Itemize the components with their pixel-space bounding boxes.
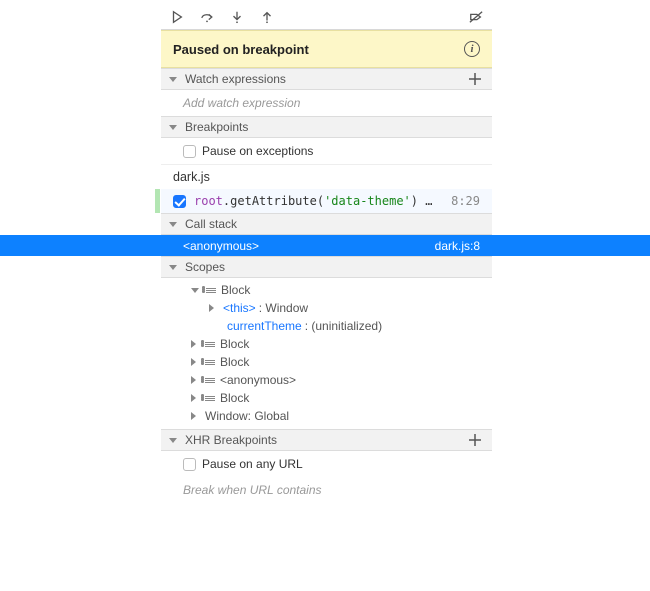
chevron-right-icon bbox=[209, 304, 214, 312]
pause-any-url-row[interactable]: Pause on any URL bbox=[161, 451, 492, 477]
breakpoint-position: 8:29 bbox=[451, 194, 480, 208]
breakpoint-code: root.getAttribute('data-theme') … bbox=[194, 194, 443, 208]
chevron-down-icon bbox=[191, 288, 199, 293]
block-icon bbox=[206, 288, 216, 293]
chevron-down-icon bbox=[169, 265, 177, 270]
scope-this[interactable]: <this> : Window bbox=[161, 299, 492, 317]
step-out-icon[interactable] bbox=[259, 9, 275, 25]
block-icon bbox=[205, 378, 215, 383]
breakpoint-marker bbox=[155, 189, 160, 213]
plus-icon[interactable] bbox=[468, 433, 482, 447]
block-icon bbox=[205, 342, 215, 347]
section-header-xhr[interactable]: XHR Breakpoints bbox=[161, 429, 492, 451]
block-icon bbox=[205, 360, 215, 365]
section-title: Scopes bbox=[185, 260, 225, 274]
section-header-scopes[interactable]: Scopes bbox=[161, 256, 492, 278]
pause-any-url-label: Pause on any URL bbox=[202, 457, 303, 471]
stack-frame-name: <anonymous> bbox=[183, 239, 259, 253]
chevron-right-icon bbox=[191, 358, 196, 366]
chevron-right-icon bbox=[191, 394, 196, 402]
info-icon[interactable]: i bbox=[464, 41, 480, 57]
paused-text: Paused on breakpoint bbox=[173, 42, 309, 57]
step-over-icon[interactable] bbox=[199, 9, 215, 25]
scope-block[interactable]: Block bbox=[161, 353, 492, 371]
debug-toolbar bbox=[161, 4, 492, 30]
section-title: Breakpoints bbox=[185, 120, 248, 134]
step-into-icon[interactable] bbox=[229, 9, 245, 25]
resume-icon[interactable] bbox=[169, 9, 185, 25]
watch-placeholder[interactable]: Add watch expression bbox=[161, 90, 492, 116]
breakpoint-file[interactable]: dark.js bbox=[161, 164, 492, 189]
chevron-down-icon bbox=[169, 438, 177, 443]
scope-variable[interactable]: currentTheme : (uninitialized) bbox=[161, 317, 492, 335]
breakpoint-entry[interactable]: root.getAttribute('data-theme') … 8:29 bbox=[161, 189, 492, 213]
chevron-down-icon bbox=[169, 77, 177, 82]
stack-frame-location: dark.js:8 bbox=[435, 239, 480, 253]
debugger-panel: Paused on breakpoint i Watch expressions… bbox=[161, 4, 492, 503]
pause-on-exceptions-label: Pause on exceptions bbox=[202, 144, 313, 158]
chevron-right-icon bbox=[191, 376, 196, 384]
pause-on-exceptions-row[interactable]: Pause on exceptions bbox=[161, 138, 492, 164]
scope-block[interactable]: Block bbox=[161, 389, 492, 407]
checkbox-unchecked[interactable] bbox=[183, 145, 196, 158]
checkbox-unchecked[interactable] bbox=[183, 458, 196, 471]
section-header-watch[interactable]: Watch expressions bbox=[161, 68, 492, 90]
paused-banner: Paused on breakpoint i bbox=[161, 30, 492, 68]
chevron-down-icon bbox=[169, 222, 177, 227]
scope-anonymous[interactable]: <anonymous> bbox=[161, 371, 492, 389]
block-icon bbox=[205, 396, 215, 401]
scope-window[interactable]: Window: Global bbox=[161, 407, 492, 425]
scope-tree: Block <this> : Window currentTheme : (un… bbox=[161, 278, 492, 429]
section-header-callstack[interactable]: Call stack bbox=[161, 213, 492, 235]
plus-icon[interactable] bbox=[468, 72, 482, 86]
deactivate-breakpoints-icon[interactable] bbox=[468, 9, 484, 25]
stack-frame-selected[interactable]: <anonymous> dark.js:8 bbox=[161, 235, 492, 256]
chevron-right-icon bbox=[191, 412, 196, 420]
section-title: Call stack bbox=[185, 217, 237, 231]
xhr-placeholder[interactable]: Break when URL contains bbox=[161, 477, 492, 503]
chevron-down-icon bbox=[169, 125, 177, 130]
scope-block-expanded[interactable]: Block bbox=[161, 281, 492, 299]
scope-block[interactable]: Block bbox=[161, 335, 492, 353]
chevron-right-icon bbox=[191, 340, 196, 348]
section-title: XHR Breakpoints bbox=[185, 433, 277, 447]
checkbox-checked[interactable] bbox=[173, 195, 186, 208]
section-header-breakpoints[interactable]: Breakpoints bbox=[161, 116, 492, 138]
section-title: Watch expressions bbox=[185, 72, 286, 86]
